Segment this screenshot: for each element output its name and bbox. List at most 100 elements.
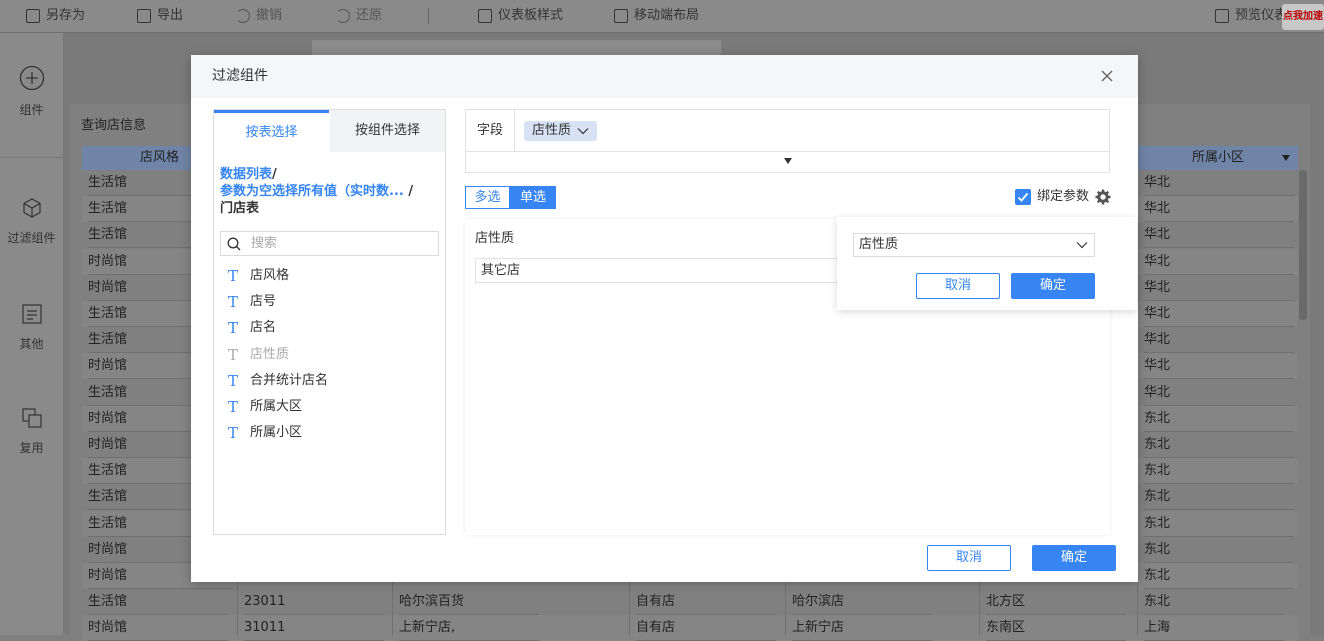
breadcrumb-sep: / <box>403 184 414 199</box>
undo-icon <box>236 9 250 23</box>
promo-badge[interactable]: 点我加速 <box>1282 4 1324 30</box>
popup-cancel-button[interactable]: 取消 <box>916 273 1000 299</box>
preview-button[interactable]: 预览仪表 <box>1215 0 1287 32</box>
preview-value-input[interactable]: 其它店 <box>475 258 845 283</box>
column-header-area[interactable]: 所属小区 <box>1137 146 1298 170</box>
table-cell-area: 上海 <box>1144 615 1284 641</box>
table-cell-area: 华北 <box>1144 170 1294 196</box>
single-select-toggle[interactable]: 单选 <box>510 186 556 209</box>
selected-field-tag[interactable]: 店性质 <box>524 121 598 141</box>
reuse-icon <box>21 408 42 428</box>
sidebar-item-filter[interactable]: 过滤组件 <box>0 197 63 246</box>
table-cell-style: 时尚馆 <box>88 615 228 641</box>
undo-button[interactable]: 撤销 <box>236 0 282 32</box>
text-type-icon: T <box>228 398 239 416</box>
report-title: 查询店信息 <box>81 118 147 133</box>
field-drop-zone[interactable]: 字段 店性质 <box>465 109 1110 152</box>
dialog-confirm-button[interactable]: 确定 <box>1032 545 1116 571</box>
param-bind-popup: 店性质 取消 确定 <box>837 217 1137 310</box>
chevron-down-icon[interactable] <box>577 127 589 135</box>
preview-field-label: 店性质 <box>475 231 515 246</box>
field-item-label: 店风格 <box>250 268 290 283</box>
sidebar-item-other[interactable]: 其他 <box>0 303 63 352</box>
gear-icon[interactable] <box>1095 189 1111 205</box>
field-item[interactable]: T 店名 <box>228 315 276 341</box>
table-cell-nature: 自有店 <box>636 615 776 641</box>
tab-by-table[interactable]: 按表选择 <box>214 110 329 155</box>
field-item[interactable]: T 所属小区 <box>228 420 302 446</box>
text-type-icon: T <box>228 293 239 311</box>
table-cell-area: 华北 <box>1144 249 1294 275</box>
table-cell-no: 31011 <box>244 615 384 641</box>
table-cell-area: 华北 <box>1144 275 1294 301</box>
preview-icon <box>1215 9 1229 23</box>
export-button[interactable]: 导出 <box>137 0 183 32</box>
field-item[interactable]: T 店号 <box>228 289 276 315</box>
sidebar-item-label: 其他 <box>19 337 44 351</box>
field-item-disabled: T 店性质 <box>228 342 289 368</box>
field-item-label: 所属小区 <box>250 425 303 440</box>
table-cell-name: 上新宁店, <box>399 615 539 641</box>
sort-triangle-icon[interactable] <box>1282 155 1290 161</box>
chevron-down-icon <box>1076 242 1088 249</box>
sidebar-divider <box>0 157 63 158</box>
toolbar-divider <box>428 8 429 24</box>
table-cell-style: 生活馆 <box>88 589 228 616</box>
breadcrumb-link-datalist[interactable]: 数据列表 <box>220 167 272 182</box>
field-item[interactable]: T 合并统计店名 <box>228 368 328 394</box>
table-cell-area: 华北 <box>1144 222 1294 249</box>
save-icon <box>26 9 40 23</box>
text-type-icon: T <box>228 372 239 390</box>
text-type-icon: T <box>228 424 239 442</box>
close-icon[interactable] <box>1099 68 1115 84</box>
field-expand-row[interactable] <box>465 151 1110 173</box>
table-cell-area: 东北 <box>1144 563 1294 589</box>
table-cell-area: 华北 <box>1144 327 1294 354</box>
selected-field-label: 店性质 <box>532 123 572 138</box>
sidebar-item-label: 复用 <box>19 441 44 455</box>
table-cell-merged: 上新宁店 <box>792 615 932 641</box>
text-type-icon: T <box>228 346 239 364</box>
redo-button[interactable]: 还原 <box>336 0 382 32</box>
field-search-input[interactable]: 搜索 <box>220 231 439 256</box>
filter-config-panel: 字段 店性质 多选 单选 绑定参数 店性质 其它店 <box>465 109 1111 535</box>
table-cell-area: 华北 <box>1144 301 1294 327</box>
dialog-cancel-button[interactable]: 取消 <box>927 545 1011 571</box>
tab-by-component[interactable]: 按组件选择 <box>330 110 445 152</box>
table-cell-area: 东北 <box>1144 484 1294 511</box>
table-cell-area: 东北 <box>1144 432 1294 458</box>
popup-confirm-button[interactable]: 确定 <box>1011 273 1095 299</box>
sidebar-item-reuse[interactable]: 复用 <box>0 407 63 456</box>
text-type-icon: T <box>228 319 239 337</box>
save-as-button[interactable]: 另存为 <box>26 0 85 32</box>
expand-triangle-icon <box>784 158 792 164</box>
table-cell-nature: 自有店 <box>636 589 776 616</box>
other-icon <box>21 304 42 324</box>
search-icon <box>227 237 241 251</box>
table-cell-area: 东北 <box>1144 589 1284 616</box>
table-cell-area: 华北 <box>1144 196 1294 223</box>
redo-icon <box>336 9 350 23</box>
dashboard-style-button[interactable]: 仪表板样式 <box>478 0 563 32</box>
param-select[interactable]: 店性质 <box>853 233 1095 257</box>
canvas-tab-placeholder <box>312 40 721 56</box>
filter-component-icon <box>22 198 41 218</box>
field-item[interactable]: T 店风格 <box>228 263 289 289</box>
sidebar-item-label: 过滤组件 <box>7 231 56 245</box>
field-item[interactable]: T 所属大区 <box>228 394 302 420</box>
field-source-panel: 按表选择 按组件选择 数据列表/ 参数为空选择所有值（实时数... / 门店表 … <box>213 109 446 535</box>
table-cell-area: 华北 <box>1144 380 1294 406</box>
table-cell-region: 北方区 <box>986 589 1126 616</box>
mobile-layout-icon <box>614 9 628 23</box>
left-sidebar: 组件 过滤组件 其他 复用 <box>0 33 64 635</box>
dashboard-style-icon <box>478 9 492 23</box>
multi-select-toggle[interactable]: 多选 <box>465 186 510 209</box>
table-cell-area: 东北 <box>1144 511 1294 537</box>
sidebar-item-component[interactable]: 组件 <box>0 65 63 118</box>
report-scrollbar[interactable] <box>1299 170 1307 320</box>
bind-param-checkbox[interactable] <box>1015 189 1031 205</box>
breadcrumb-link-package[interactable]: 参数为空选择所有值（实时数... <box>220 184 404 199</box>
search-placeholder: 搜索 <box>251 236 278 251</box>
undo-label: 撤销 <box>256 8 283 23</box>
mobile-layout-button[interactable]: 移动端布局 <box>614 0 699 32</box>
